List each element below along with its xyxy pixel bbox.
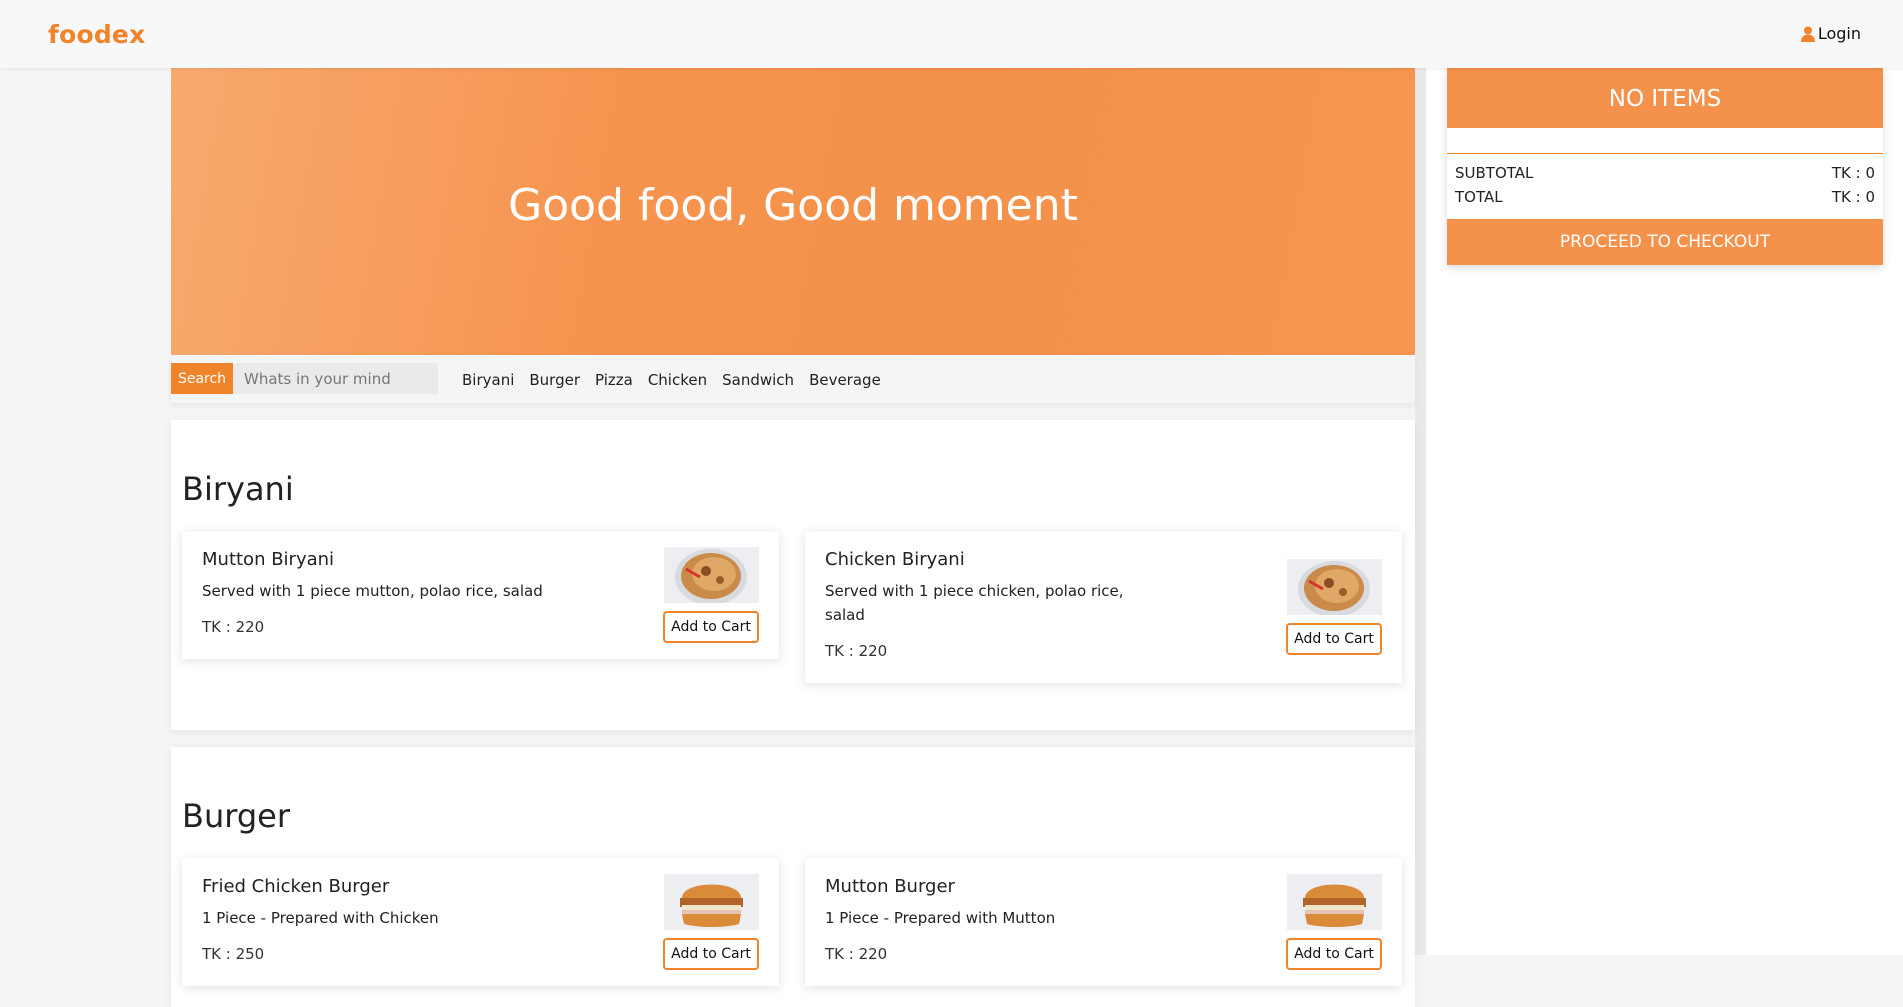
total-value: TK : 0 xyxy=(1831,188,1875,206)
user-icon xyxy=(1800,26,1815,42)
hero-title: Good food, Good moment xyxy=(508,180,1078,231)
search-bar: Search Biryani Burger Pizza Chicken Sand… xyxy=(171,355,1415,403)
menu-card: Mutton Burger 1 Piece - Prepared with Mu… xyxy=(805,858,1402,986)
item-price: TK : 250 xyxy=(202,945,265,963)
cart-header: NO ITEMS xyxy=(1447,68,1883,128)
login-link[interactable]: Login xyxy=(1800,24,1861,43)
item-name: Fried Chicken Burger xyxy=(202,876,390,897)
subtotal-value: TK : 0 xyxy=(1831,164,1875,182)
column-divider xyxy=(1415,68,1426,955)
item-name: Chicken Biryani xyxy=(825,549,965,570)
brand-logo[interactable]: foodex xyxy=(48,20,145,49)
category-link-burger[interactable]: Burger xyxy=(529,371,580,389)
search-input[interactable] xyxy=(233,363,438,394)
hero-banner: Good food, Good moment xyxy=(171,68,1415,355)
add-to-cart-button[interactable]: Add to Cart xyxy=(663,611,759,643)
burger-image xyxy=(664,874,759,930)
item-description: Served with 1 piece mutton, polao rice, … xyxy=(202,582,543,600)
category-link-beverage[interactable]: Beverage xyxy=(809,371,881,389)
search-button[interactable]: Search xyxy=(171,363,233,394)
item-price: TK : 220 xyxy=(825,642,888,660)
item-description: 1 Piece - Prepared with Mutton xyxy=(825,909,1056,927)
add-to-cart-button[interactable]: Add to Cart xyxy=(663,938,759,970)
add-to-cart-button[interactable]: Add to Cart xyxy=(1286,623,1382,655)
burger-image xyxy=(1287,874,1382,930)
menu-card: Fried Chicken Burger 1 Piece - Prepared … xyxy=(182,858,779,986)
item-name: Mutton Burger xyxy=(825,876,955,897)
subtotal-label: SUBTOTAL xyxy=(1455,164,1534,182)
top-navbar: foodex Login xyxy=(0,0,1903,68)
section-burger: Burger Fried Chicken Burger 1 Piece - Pr… xyxy=(171,747,1415,1007)
menu-card: Mutton Biryani Served with 1 piece mutto… xyxy=(182,531,779,659)
total-row: TOTAL TK : 0 xyxy=(1455,188,1875,206)
menu-card: Chicken Biryani Served with 1 piece chic… xyxy=(805,531,1402,683)
item-description: 1 Piece - Prepared with Chicken xyxy=(202,909,439,927)
category-link-chicken[interactable]: Chicken xyxy=(648,371,707,389)
checkout-button[interactable]: PROCEED TO CHECKOUT xyxy=(1447,219,1883,265)
cart-divider xyxy=(1447,153,1883,154)
item-name: Mutton Biryani xyxy=(202,549,335,570)
cart-panel: NO ITEMS SUBTOTAL TK : 0 TOTAL TK : 0 PR… xyxy=(1447,68,1883,265)
add-to-cart-button[interactable]: Add to Cart xyxy=(1286,938,1382,970)
login-label: Login xyxy=(1817,24,1861,43)
subtotal-row: SUBTOTAL TK : 0 xyxy=(1455,164,1875,182)
category-nav: Biryani Burger Pizza Chicken Sandwich Be… xyxy=(462,371,881,389)
item-price: TK : 220 xyxy=(202,618,265,636)
section-biryani: Biryani Mutton Biryani Served with 1 pie… xyxy=(171,420,1415,730)
section-title: Biryani xyxy=(182,470,294,508)
category-link-biryani[interactable]: Biryani xyxy=(462,371,514,389)
section-title: Burger xyxy=(182,797,290,835)
biryani-image xyxy=(664,547,759,603)
item-price: TK : 220 xyxy=(825,945,888,963)
item-description: Served with 1 piece chicken, polao rice,… xyxy=(825,582,1124,624)
category-link-sandwich[interactable]: Sandwich xyxy=(722,371,794,389)
biryani-image xyxy=(1287,559,1382,615)
total-label: TOTAL xyxy=(1455,188,1503,206)
category-link-pizza[interactable]: Pizza xyxy=(595,371,633,389)
